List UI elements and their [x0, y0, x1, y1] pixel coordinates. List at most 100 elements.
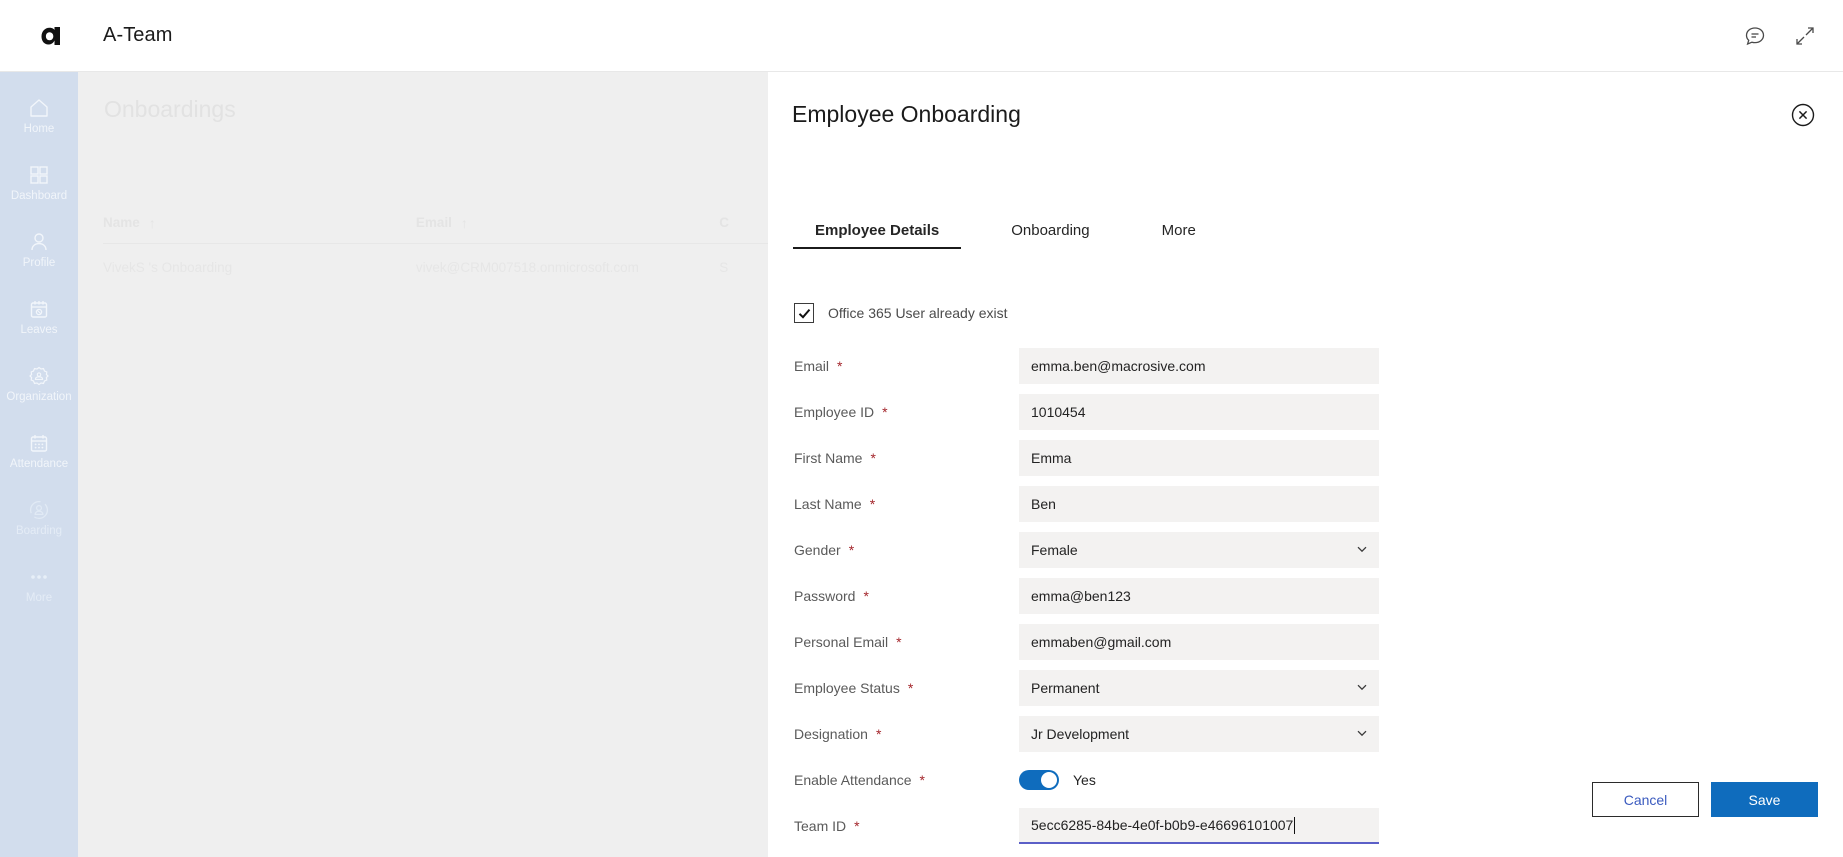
enable-attendance-toggle[interactable] [1019, 770, 1059, 790]
sidebar-item-attendance[interactable]: Attendance [0, 417, 78, 484]
page-title: Onboardings [104, 96, 236, 122]
control-enable-attendance: Yes [1019, 770, 1379, 790]
sidebar-item-organization[interactable]: Organization [0, 350, 78, 417]
sidebar-item-dashboard[interactable]: Dashboard [0, 149, 78, 216]
column-header-email[interactable]: Email ↑ [416, 215, 719, 231]
field-row-last-name: Last Name * Ben [794, 481, 1434, 527]
save-button[interactable]: Save [1711, 782, 1818, 817]
cell-name: VivekS 's Onboarding [103, 259, 233, 275]
gender-selected-value: Female [1031, 542, 1078, 558]
control-last-name: Ben [1019, 486, 1379, 522]
gender-select[interactable]: Female [1019, 532, 1379, 568]
control-email: emma.ben@macrosive.com [1019, 348, 1379, 384]
required-asterisk: * [863, 588, 869, 604]
label-designation: Designation * [794, 726, 1019, 742]
field-row-email: Email * emma.ben@macrosive.com [794, 343, 1434, 389]
field-row-password: Password * emma@ben123 [794, 573, 1434, 619]
field-label-text: Password [794, 588, 856, 604]
tab-employee-details[interactable]: Employee Details [793, 222, 962, 249]
sidebar-item-leaves[interactable]: Leaves [0, 283, 78, 350]
personal-email-input[interactable]: emmaben@gmail.com [1019, 624, 1379, 660]
label-first-name: First Name * [794, 450, 1019, 466]
required-asterisk: * [875, 726, 882, 742]
label-email: Email * [794, 358, 1019, 374]
a-team-logo-icon [38, 22, 66, 50]
field-label-text: Personal Email [794, 634, 889, 650]
control-employee-status: Permanent [1019, 670, 1379, 706]
employee-onboarding-panel: Employee Onboarding Employee Details Onb… [768, 72, 1843, 857]
chevron-down-icon [1355, 680, 1369, 697]
label-password: Password * [794, 588, 1019, 604]
control-password: emma@ben123 [1019, 578, 1379, 614]
label-employee-id: Employee ID * [794, 404, 1019, 420]
password-input[interactable]: emma@ben123 [1019, 578, 1379, 614]
cell-email: vivek@CRM007518.onmicrosoft.com [415, 259, 639, 275]
field-row-designation: Designation * Jr Development [794, 711, 1434, 757]
column-header-label: Email [415, 215, 452, 230]
field-row-enable-attendance: Enable Attendance * Yes [794, 757, 1434, 803]
sort-ascending-icon: ↑ [148, 214, 156, 231]
column-header-label: Name [103, 215, 140, 230]
sidebar-item-profile[interactable]: Profile [0, 216, 78, 283]
last-name-input[interactable]: Ben [1019, 486, 1379, 522]
sidebar-item-label: More [25, 591, 53, 604]
collapse-arrows-icon[interactable] [1793, 24, 1817, 48]
brand-title: A-Team [103, 24, 173, 46]
label-last-name: Last Name * [794, 496, 1019, 512]
calendar-dots-icon [27, 431, 51, 455]
sidebar-item-home[interactable]: Home [0, 82, 78, 149]
sidebar-item-label: Organization [6, 390, 72, 403]
required-asterisk: * [896, 634, 902, 650]
employee-id-input[interactable]: 1010454 [1019, 394, 1379, 430]
team-id-input[interactable]: 5ecc6285-84be-4e0f-b0b9-e46696101007 [1019, 808, 1379, 844]
designation-select[interactable]: Jr Development [1019, 716, 1379, 752]
sidebar-item-label: Home [23, 122, 55, 135]
sidebar-item-boarding[interactable]: Boarding [0, 484, 78, 551]
field-label-text: Employee Status [794, 680, 900, 696]
office365-exists-label: Office 365 User already exist [828, 305, 1008, 321]
field-row-first-name: First Name * Emma [794, 435, 1434, 481]
table-row[interactable]: VivekS 's Onboarding vivek@CRM007518.onm… [103, 244, 833, 290]
office365-exists-row: Office 365 User already exist [794, 297, 1434, 329]
cancel-button[interactable]: Cancel [1592, 782, 1699, 817]
ellipsis-icon [27, 565, 51, 589]
column-header-label: C [719, 215, 729, 230]
column-header-name[interactable]: Name ↑ [103, 215, 416, 231]
tab-onboarding[interactable]: Onboarding [989, 222, 1111, 249]
person-icon [27, 230, 51, 254]
required-asterisk: * [848, 542, 855, 558]
designation-selected-value: Jr Development [1031, 726, 1130, 742]
field-row-personal-email: Personal Email * emmaben@gmail.com [794, 619, 1434, 665]
field-row-employee-status: Employee Status * Permanent [794, 665, 1434, 711]
chat-bubble-icon[interactable] [1743, 24, 1767, 48]
sidebar-item-more[interactable]: More [0, 551, 78, 618]
field-row-team-id: Team ID * 5ecc6285-84be-4e0f-b0b9-e46696… [794, 803, 1434, 849]
field-label-text: Designation [794, 726, 868, 742]
app-root: A-Team Home Dashboard Profile Leaves Org… [0, 0, 1843, 857]
calendar-cancel-icon [27, 297, 51, 321]
employee-status-select[interactable]: Permanent [1019, 670, 1379, 706]
control-gender: Female [1019, 532, 1379, 568]
field-label-text: Last Name [794, 496, 862, 512]
first-name-input[interactable]: Emma [1019, 440, 1379, 476]
control-employee-id: 1010454 [1019, 394, 1379, 430]
check-icon [798, 308, 810, 319]
tab-more[interactable]: More [1140, 222, 1218, 249]
required-asterisk: * [854, 818, 860, 834]
sidebar-item-label: Attendance [9, 457, 69, 470]
required-asterisk: * [837, 358, 843, 374]
onboardings-table: Name ↑ Email ↑ C VivekS 's Onboarding vi… [103, 202, 833, 290]
office365-exists-checkbox[interactable] [794, 303, 814, 323]
enable-attendance-value: Yes [1073, 772, 1096, 788]
email-input[interactable]: emma.ben@macrosive.com [1019, 348, 1379, 384]
required-asterisk: * [919, 772, 925, 788]
table-header-row: Name ↑ Email ↑ C [103, 202, 833, 244]
field-label-text: Enable Attendance [794, 772, 912, 788]
top-bar: A-Team [0, 0, 1843, 72]
control-personal-email: emmaben@gmail.com [1019, 624, 1379, 660]
control-team-id: 5ecc6285-84be-4e0f-b0b9-e46696101007 [1019, 808, 1379, 844]
field-row-gender: Gender * Female [794, 527, 1434, 573]
team-id-value: 5ecc6285-84be-4e0f-b0b9-e46696101007 [1031, 817, 1294, 833]
close-circle-icon[interactable] [1790, 102, 1816, 128]
panel-title: Employee Onboarding [792, 101, 1021, 127]
